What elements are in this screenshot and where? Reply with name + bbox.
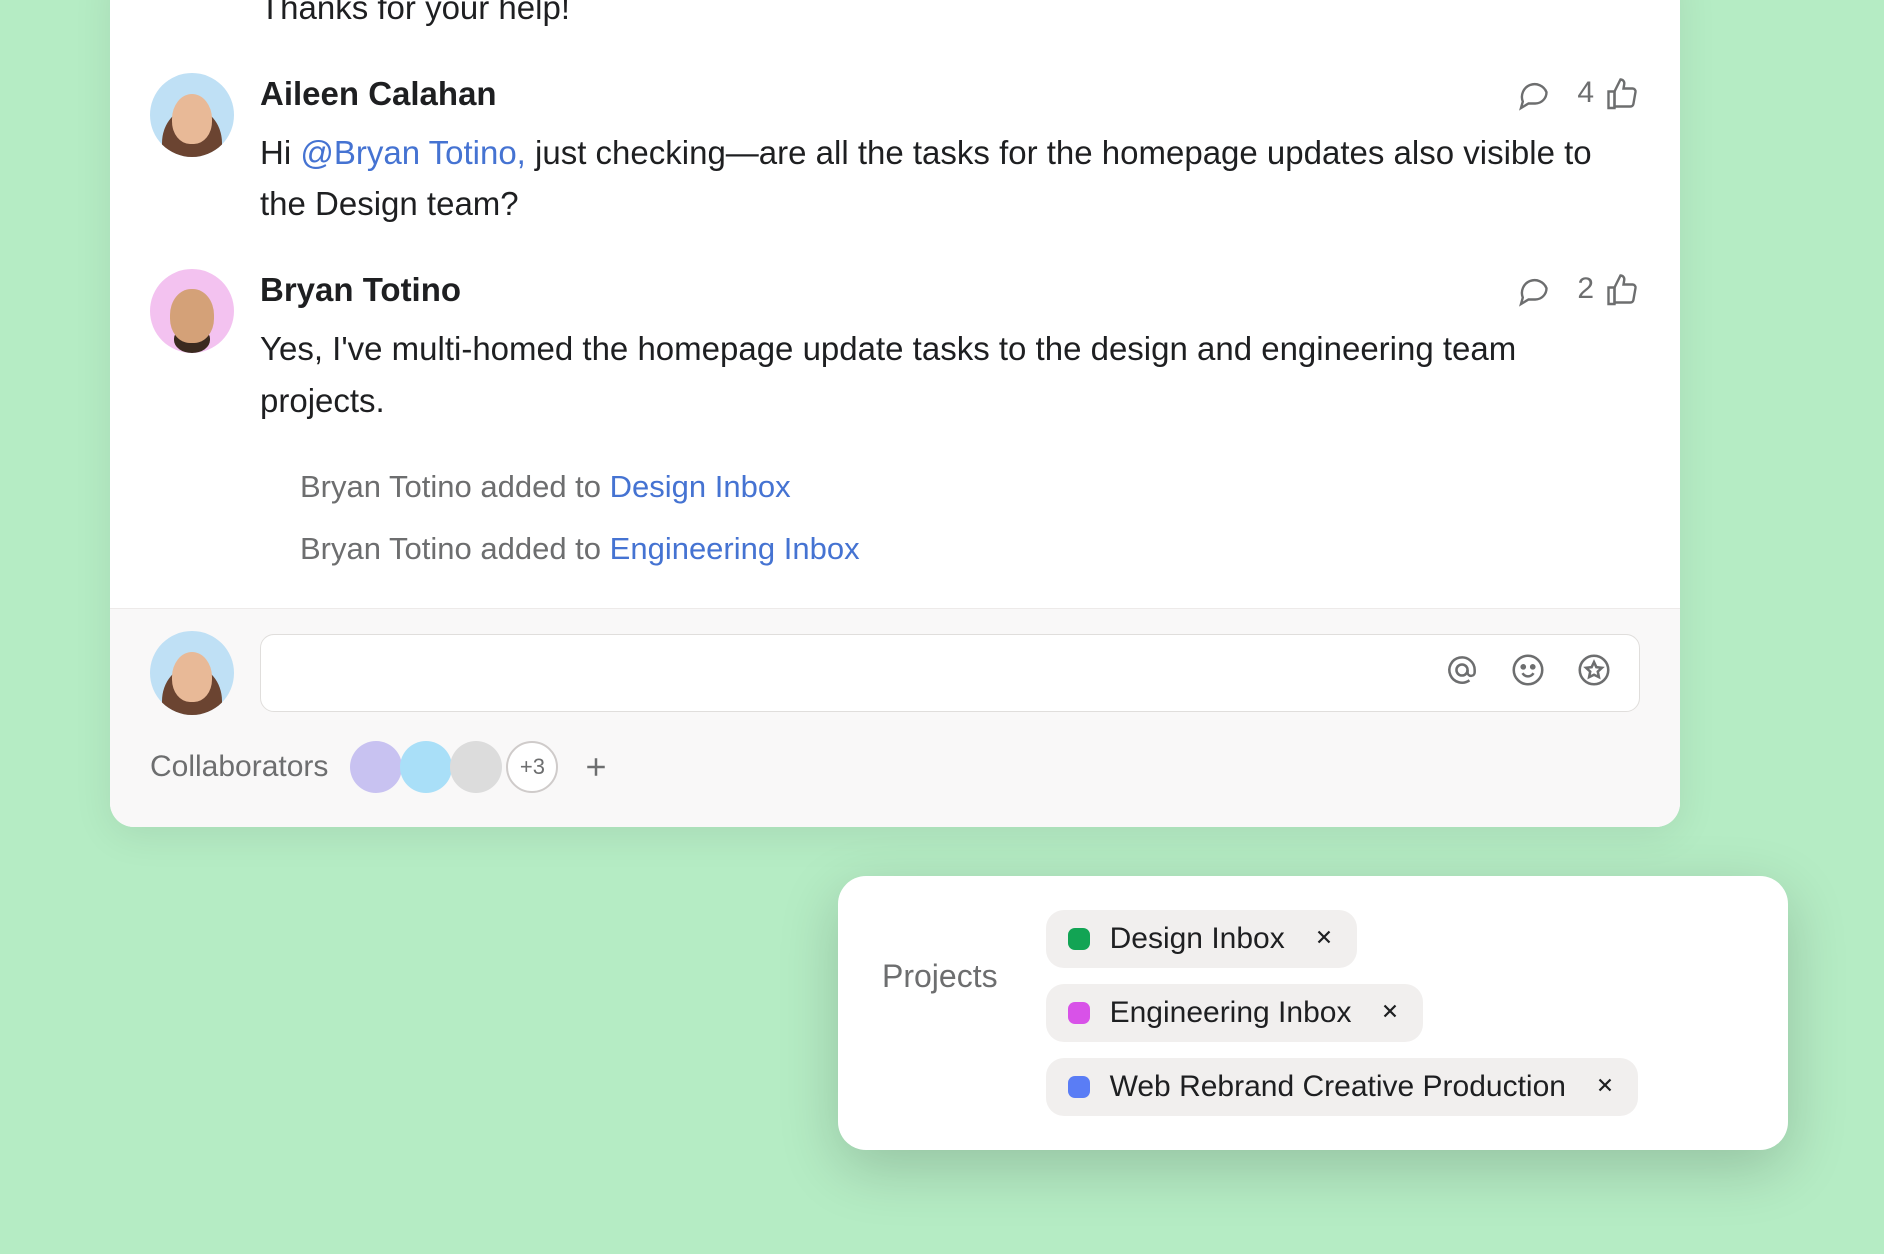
comment-author[interactable]: Bryan Totino [260,271,1640,309]
comment-item: Thanks for your help! [150,0,1640,53]
like-count: 2 [1577,272,1594,306]
projects-popover: Projects Design Inbox Engineering Inbox … [838,876,1788,1150]
project-chip-label: Web Rebrand Creative Production [1110,1070,1566,1104]
projects-label: Projects [882,910,998,995]
like-count: 4 [1577,76,1594,110]
project-chip-label: Design Inbox [1110,922,1285,956]
remove-project-icon[interactable] [1594,1071,1616,1103]
comment-text: Yes, I've multi-homed the homepage updat… [260,323,1640,425]
emoji-icon[interactable] [1509,651,1547,694]
project-chip[interactable]: Web Rebrand Creative Production [1046,1058,1638,1116]
collaborators-more[interactable]: +3 [506,741,558,793]
comment-text: Hi @Bryan Totino, just checking—are all … [260,127,1640,229]
project-chips: Design Inbox Engineering Inbox Web Rebra… [1046,910,1638,1116]
project-chip-label: Engineering Inbox [1110,996,1352,1030]
collaborator-avatar[interactable] [350,741,402,793]
comment-input[interactable] [260,634,1640,712]
activity-entry: Bryan Totino added to Engineering Inbox [300,518,1640,580]
project-color-dot [1068,1076,1090,1098]
project-chip[interactable]: Design Inbox [1046,910,1357,968]
comment-actions: 2 [1515,271,1640,307]
remove-project-icon[interactable] [1313,923,1335,955]
collaborator-avatar[interactable] [400,741,452,793]
like-button[interactable]: 4 [1577,75,1640,111]
avatar[interactable] [150,73,234,157]
avatar[interactable] [150,269,234,353]
project-link[interactable]: Design Inbox [610,469,791,504]
comment-feed: Thanks for your help! Aileen Calahan Hi … [110,0,1680,590]
collaborators-avatars: +3 [352,741,622,793]
activity-entry: Bryan Totino added to Design Inbox [300,456,1640,518]
remove-project-icon[interactable] [1379,997,1401,1029]
comment-item: Bryan Totino Yes, I've multi-homed the h… [150,249,1640,445]
collaborators-row: Collaborators +3 [150,741,1640,793]
collaborator-avatar[interactable] [450,741,502,793]
task-pane: Thanks for your help! Aileen Calahan Hi … [110,0,1680,827]
project-color-dot [1068,1002,1090,1024]
appreciation-icon[interactable] [1575,651,1613,694]
add-collaborator-button[interactable] [570,741,622,793]
like-button[interactable]: 2 [1577,271,1640,307]
at-mention-icon[interactable] [1443,651,1481,694]
user-mention[interactable]: @Bryan Totino, [300,134,526,171]
collaborators-label: Collaborators [150,750,328,784]
current-user-avatar[interactable] [150,631,234,715]
project-chip[interactable]: Engineering Inbox [1046,984,1424,1042]
comment-item: Aileen Calahan Hi @Bryan Totino, just ch… [150,53,1640,249]
activity-log: Bryan Totino added to Design Inbox Bryan… [150,446,1640,590]
project-color-dot [1068,928,1090,950]
comment-actions: 4 [1515,75,1640,111]
reply-icon[interactable] [1515,75,1551,111]
comment-author[interactable]: Aileen Calahan [260,75,1640,113]
reply-icon[interactable] [1515,271,1551,307]
composer-area: Collaborators +3 [110,608,1680,827]
comment-text: Thanks for your help! [260,0,1640,33]
project-link[interactable]: Engineering Inbox [610,531,860,566]
